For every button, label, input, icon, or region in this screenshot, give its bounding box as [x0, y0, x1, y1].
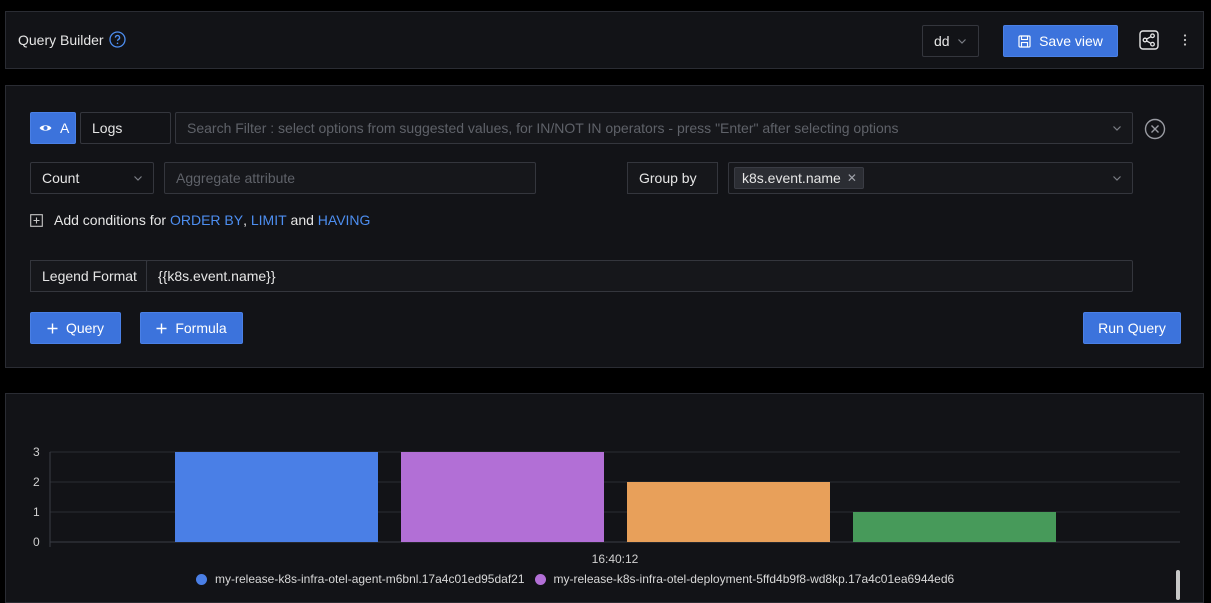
- query-letter: A: [60, 120, 70, 136]
- add-formula-button[interactable]: Formula: [140, 312, 243, 344]
- query-panel: A Logs Search Filter : select options fr…: [5, 85, 1204, 368]
- chart-bar: [853, 512, 1056, 542]
- limit-link[interactable]: LIMIT: [251, 212, 287, 228]
- bar-chart: 0 1 2 3 16:40:12: [33, 445, 1180, 566]
- legend-format-label-text: Legend Format: [42, 268, 137, 284]
- legend-item[interactable]: my-release-k8s-infra-otel-agent-m6bnl.17…: [196, 572, 525, 586]
- group-by-select[interactable]: k8s.event.name ✕: [728, 162, 1133, 194]
- y-tick-label: 2: [33, 475, 40, 489]
- order-by-link[interactable]: ORDER BY: [170, 212, 243, 228]
- legend-format-label: Legend Format: [30, 260, 147, 292]
- add-formula-label: Formula: [175, 320, 227, 336]
- add-query-label: Query: [65, 320, 105, 336]
- legend-swatch: [534, 573, 546, 585]
- data-source-select[interactable]: Logs: [80, 112, 171, 144]
- add-query-button[interactable]: Query: [30, 312, 121, 344]
- chart-panel: 0 1 2 3 16:40:12 my-release-k8s-infra-otel-a…: [5, 393, 1204, 603]
- save-view-button[interactable]: Save view: [1003, 25, 1118, 57]
- y-tick-label: 1: [33, 505, 40, 519]
- close-icon[interactable]: ✕: [847, 171, 857, 185]
- plus-icon: [156, 323, 167, 333]
- save-view-label: Save view: [1039, 33, 1103, 49]
- conditions-and: and: [290, 212, 314, 228]
- chart-bar: [175, 452, 378, 542]
- search-filter-placeholder: Search Filter : select options from sugg…: [187, 120, 899, 136]
- legend-item[interactable]: my-release-k8s-infra-otel-deployment-5ff…: [534, 572, 955, 586]
- chart-bar: [627, 482, 830, 542]
- y-tick-label: 3: [33, 445, 40, 459]
- view-select-value: dd: [934, 33, 950, 49]
- legend-label: my-release-k8s-infra-otel-agent-m6bnl.17…: [215, 572, 525, 586]
- more-options-icon[interactable]: [1183, 34, 1187, 46]
- share-icon[interactable]: [1139, 30, 1159, 50]
- plus-square-icon[interactable]: [30, 213, 43, 227]
- group-by-tag[interactable]: k8s.event.name ✕: [734, 167, 864, 189]
- legend-swatch: [196, 573, 207, 585]
- aggregate-attribute-placeholder: Aggregate attribute: [176, 170, 296, 186]
- data-source-value: Logs: [92, 120, 123, 136]
- legend-label: my-release-k8s-infra-otel-deployment-5ff…: [553, 572, 955, 586]
- scrollbar-handle[interactable]: [1176, 570, 1180, 600]
- run-query-label: Run Query: [1098, 320, 1166, 336]
- run-query-button[interactable]: Run Query: [1083, 312, 1181, 344]
- aggregate-operator-value: Count: [42, 170, 80, 186]
- chevron-down-icon: [1113, 126, 1121, 131]
- add-conditions-row[interactable]: Add conditions for ORDER BY, LIMIT and H…: [30, 211, 370, 229]
- help-icon[interactable]: [109, 31, 126, 48]
- aggregate-attribute-input[interactable]: Aggregate attribute: [164, 162, 536, 194]
- x-tick-label: 16:40:12: [592, 552, 639, 566]
- chart-bar: [401, 452, 604, 542]
- chevron-down-icon: [1113, 176, 1121, 181]
- eye-icon: [39, 125, 52, 131]
- conditions-comma: ,: [243, 212, 247, 228]
- group-by-label: Group by: [627, 162, 718, 194]
- chart-legend: my-release-k8s-infra-otel-agent-m6bnl.17…: [196, 572, 954, 586]
- remove-query-icon[interactable]: [1144, 118, 1166, 140]
- save-icon: [1018, 34, 1031, 48]
- chevron-down-icon: [134, 176, 142, 181]
- conditions-prefix: Add conditions for: [54, 212, 167, 228]
- group-by-tag-label: k8s.event.name: [742, 170, 841, 186]
- y-tick-label: 0: [33, 535, 40, 549]
- legend-format-input[interactable]: {{k8s.event.name}}: [146, 260, 1133, 292]
- header-bar: Query Builder dd Save view: [5, 11, 1204, 69]
- chevron-down-icon: [958, 39, 966, 44]
- group-by-label-text: Group by: [639, 170, 697, 186]
- aggregate-operator-select[interactable]: Count: [30, 162, 154, 194]
- page-title: Query Builder: [18, 32, 104, 48]
- plus-icon: [47, 323, 58, 333]
- having-link[interactable]: HAVING: [318, 212, 371, 228]
- view-select[interactable]: dd: [922, 25, 979, 57]
- query-a-toggle-button[interactable]: A: [30, 112, 76, 144]
- legend-format-value: {{k8s.event.name}}: [158, 268, 276, 284]
- search-filter-input[interactable]: Search Filter : select options from sugg…: [175, 112, 1133, 144]
